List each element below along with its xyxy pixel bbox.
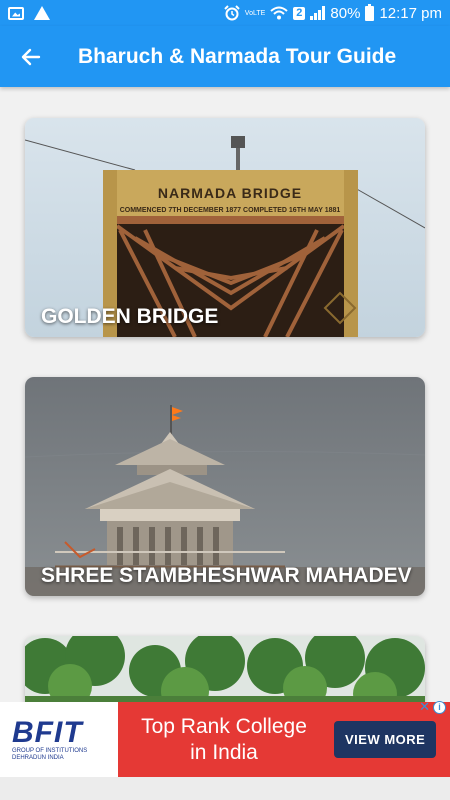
ad-logo-location: DEHRADUN INDIA (12, 754, 64, 761)
ad-logo: BFIT GROUP OF INSTITUTIONS DEHRADUN INDI… (0, 702, 118, 777)
network-badge: 2 (293, 6, 306, 20)
place-card-golden-bridge[interactable]: NARMADA BRIDGE COMMENCED 7TH DECEMBER 18… (25, 118, 425, 337)
wifi-icon (270, 6, 288, 20)
volte-icon: VoLTE (244, 9, 266, 17)
signal-icon (310, 6, 326, 20)
back-button[interactable] (0, 26, 62, 87)
alarm-icon (224, 5, 240, 21)
status-bar: VoLTE 2 80% 12:17 pm (0, 0, 450, 26)
page-title: Bharuch & Narmada Tour Guide (78, 44, 397, 68)
place-title: GOLDEN BRIDGE (41, 305, 219, 328)
warning-icon (34, 6, 50, 20)
bridge-sign-subtitle: COMMENCED 7TH DECEMBER 1877 COMPLETED 16… (120, 207, 341, 214)
gallery-icon (8, 6, 24, 20)
bottom-strip (0, 777, 450, 800)
place-title: SHREE STAMBHESHWAR MAHADEV (41, 564, 412, 587)
bridge-sign-title: NARMADA BRIDGE (158, 185, 302, 201)
ad-headline[interactable]: Top Rank College in India (118, 702, 330, 777)
info-icon[interactable]: i (433, 701, 446, 714)
ad-logo-subtitle: GROUP OF INSTITUTIONS (12, 747, 88, 754)
ad-logo-text: BFIT (12, 715, 83, 749)
close-icon[interactable]: ✕ (419, 699, 430, 715)
place-card-stambheshwar-mahadev[interactable]: SHREE STAMBHESHWAR MAHADEV (25, 377, 425, 596)
view-more-button[interactable]: VIEW MORE (334, 721, 437, 758)
ad-headline-line2: in India (190, 740, 258, 764)
battery-percent: 80% (330, 4, 361, 22)
ad-headline-line1: Top Rank College (141, 714, 307, 738)
ad-cta-area: VIEW MORE ✕ i (330, 699, 450, 777)
app-bar: Bharuch & Narmada Tour Guide (0, 26, 450, 87)
clock: 12:17 pm (379, 4, 442, 22)
ad-banner[interactable]: BFIT GROUP OF INSTITUTIONS DEHRADUN INDI… (0, 699, 450, 777)
back-arrow-icon (21, 48, 41, 65)
battery-icon (365, 3, 375, 21)
